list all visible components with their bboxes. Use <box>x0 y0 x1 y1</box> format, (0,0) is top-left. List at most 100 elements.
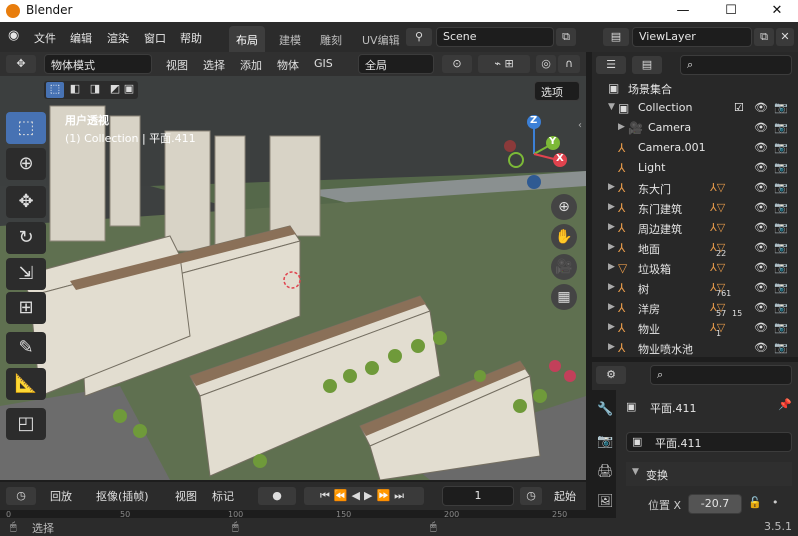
pan-hand-icon[interactable]: ✋ <box>551 224 577 250</box>
rotate-tool-icon[interactable]: ↻ <box>6 222 46 254</box>
outliner-row[interactable]: ▶ ⅄ 周边建筑 ⅄▽ 👁 📷 <box>592 218 798 238</box>
lock-icon[interactable]: 🔓 <box>748 496 762 509</box>
menu-help[interactable]: 帮助 <box>180 30 202 46</box>
proportional-edit-icon[interactable]: ◎ <box>536 55 556 73</box>
move-tool-icon[interactable]: ✥ <box>6 186 46 218</box>
outliner-row[interactable]: ▶ ⅄ 地面 ⅄▽ 22 👁 📷 <box>592 238 798 258</box>
remove-viewlayer-icon[interactable]: ✕ <box>776 28 794 46</box>
keyframe-dot-icon[interactable]: • <box>772 496 779 509</box>
outliner-row[interactable]: ▶ ⅄ 东大门 ⅄▽ 👁 📷 <box>592 178 798 198</box>
timeline-editor-icon[interactable]: ◷ <box>6 487 36 505</box>
add-cube-tool-icon[interactable]: ◰ <box>6 408 46 440</box>
eye-icon[interactable]: 👁 <box>754 261 768 274</box>
transform-orientation-selector[interactable]: 全局 <box>358 54 434 74</box>
outliner-row[interactable]: ▶ ▽ 垃圾箱 ⅄▽ 👁 📷 <box>592 258 798 278</box>
render-camera-icon[interactable]: 📷 <box>774 141 788 154</box>
outliner-row[interactable]: ▶ ⅄ 物业喷水池 👁 📷 <box>592 338 798 358</box>
menu-edit[interactable]: 编辑 <box>70 30 92 46</box>
annotate-tool-icon[interactable]: ✎ <box>6 332 46 364</box>
eye-icon[interactable]: 👁 <box>754 321 768 334</box>
scale-tool-icon[interactable]: ⇲ <box>6 258 46 290</box>
scene-selector[interactable]: Scene <box>436 27 554 47</box>
view-layer-tab-icon[interactable]: 🖼 <box>597 494 614 509</box>
eye-icon[interactable]: 👁 <box>754 181 768 194</box>
menu-gis[interactable]: GIS <box>314 57 333 70</box>
cursor-tool-icon[interactable]: ⊕ <box>6 148 46 180</box>
expand-arrow-icon[interactable]: ▶ <box>618 122 625 132</box>
select-box-tool-icon[interactable]: ⬚ <box>6 112 46 144</box>
playback-controls-icon[interactable]: ⏮⏪◀▶⏩⏭ <box>304 487 424 505</box>
render-camera-icon[interactable]: 📷 <box>774 341 788 354</box>
measure-tool-icon[interactable]: 📐 <box>6 368 46 400</box>
options-dropdown[interactable]: 选项 <box>534 81 580 101</box>
render-camera-icon[interactable]: 📷 <box>774 221 788 234</box>
mode-subtract-selection-icon[interactable]: ◨ <box>86 82 104 95</box>
expand-arrow-icon[interactable]: ▶ <box>608 222 615 232</box>
transform-tool-icon[interactable]: ⊞ <box>6 292 46 324</box>
snap-icon[interactable]: ⌁ ⊞ <box>478 55 530 73</box>
expand-arrow-icon[interactable]: ▶ <box>608 202 615 212</box>
render-tab-icon[interactable]: 📷 <box>597 434 613 449</box>
record-icon[interactable]: ● <box>258 487 296 505</box>
menu-view[interactable]: 视图 <box>166 57 188 73</box>
outliner-editor-icon[interactable]: ☰ <box>596 56 626 74</box>
marker-menu[interactable]: 标记 <box>212 488 234 504</box>
outliner-row[interactable]: ⅄ Camera.001 👁 📷 <box>592 138 798 158</box>
eye-icon[interactable]: 👁 <box>754 141 768 154</box>
location-x-field[interactable]: -20.7 <box>688 494 742 514</box>
menu-window[interactable]: 窗口 <box>144 30 166 46</box>
properties-search-input[interactable]: ⌕ <box>650 365 792 385</box>
outliner-row[interactable]: ▶ ⅄ 物业 ⅄▽ 1 👁 📷 <box>592 318 798 338</box>
eye-icon[interactable]: 👁 <box>754 161 768 174</box>
eye-icon[interactable]: 👁 <box>754 221 768 234</box>
perspective-grid-icon[interactable]: ▦ <box>551 284 577 310</box>
eye-icon[interactable]: 👁 <box>754 341 768 354</box>
zoom-icon[interactable]: ⊕ <box>551 194 577 220</box>
menu-add[interactable]: 添加 <box>240 57 262 73</box>
pivot-point-icon[interactable]: ⊙ <box>442 55 472 73</box>
tab-layout[interactable]: 布局 <box>229 26 265 52</box>
pin-icon[interactable]: 📌 <box>778 398 792 411</box>
outliner-row[interactable]: ⅄ Light 👁 📷 <box>592 158 798 178</box>
maximize-button[interactable]: ☐ <box>708 1 754 21</box>
render-camera-icon[interactable]: 📷 <box>774 161 788 174</box>
blender-menu-icon[interactable]: ◉ <box>8 28 19 43</box>
scene-type-icon[interactable]: ⚲ <box>406 28 432 46</box>
new-viewlayer-icon[interactable]: ⧉ <box>754 28 774 46</box>
outliner-search-input[interactable]: ⌕ <box>680 55 792 75</box>
eye-icon[interactable]: 👁 <box>754 281 768 294</box>
render-camera-icon[interactable]: 📷 <box>774 241 788 254</box>
expand-arrow-icon[interactable]: ▶ <box>608 182 615 192</box>
menu-select[interactable]: 选择 <box>203 57 225 73</box>
render-camera-icon[interactable]: 📷 <box>774 201 788 214</box>
render-camera-icon[interactable]: 📷 <box>774 261 788 274</box>
navigation-gizmo[interactable]: Z Y X <box>496 112 574 196</box>
clock-icon[interactable]: ◷ <box>520 487 542 505</box>
render-camera-icon[interactable]: 📷 <box>774 301 788 314</box>
object-name-field[interactable]: 平面.411 <box>626 432 792 452</box>
properties-editor-icon[interactable]: ⚙ <box>596 366 626 384</box>
eye-icon[interactable]: 👁 <box>754 301 768 314</box>
viewlayer-selector[interactable]: ViewLayer <box>632 27 752 47</box>
expand-arrow-icon[interactable]: ▶ <box>608 322 615 332</box>
checkbox-icon[interactable]: ☑ <box>734 101 744 114</box>
menu-render[interactable]: 渲染 <box>107 30 129 46</box>
eye-icon[interactable]: 👁 <box>754 121 768 134</box>
falloff-icon[interactable]: ∩ <box>558 55 580 73</box>
playback-menu[interactable]: 回放 <box>50 488 72 504</box>
expand-arrow-icon[interactable]: ▶ <box>608 302 615 312</box>
outliner-row[interactable]: ▶ 🎥 Camera 👁 📷 <box>592 118 798 138</box>
mode-selector[interactable]: 物体模式 <box>44 54 152 74</box>
menu-object[interactable]: 物体 <box>277 57 299 73</box>
render-camera-icon[interactable]: 📷 <box>774 181 788 194</box>
render-camera-icon[interactable]: 📷 <box>774 281 788 294</box>
editor-type-icon[interactable]: ✥ <box>6 55 36 73</box>
sidebar-toggle-icon[interactable]: ‹ <box>578 120 582 131</box>
viewlayer-type-icon[interactable]: ▤ <box>603 28 629 46</box>
render-camera-icon[interactable]: 📷 <box>774 321 788 334</box>
outliner-row[interactable]: ▼ ▣ Collection ☑ 👁 📷 <box>592 98 798 118</box>
keying-menu[interactable]: 抠像(插帧) <box>96 488 149 504</box>
minimize-button[interactable]: — <box>660 1 706 21</box>
expand-arrow-icon[interactable]: ▶ <box>608 242 615 252</box>
tab-sculpting[interactable]: 雕刻 <box>313 26 349 52</box>
